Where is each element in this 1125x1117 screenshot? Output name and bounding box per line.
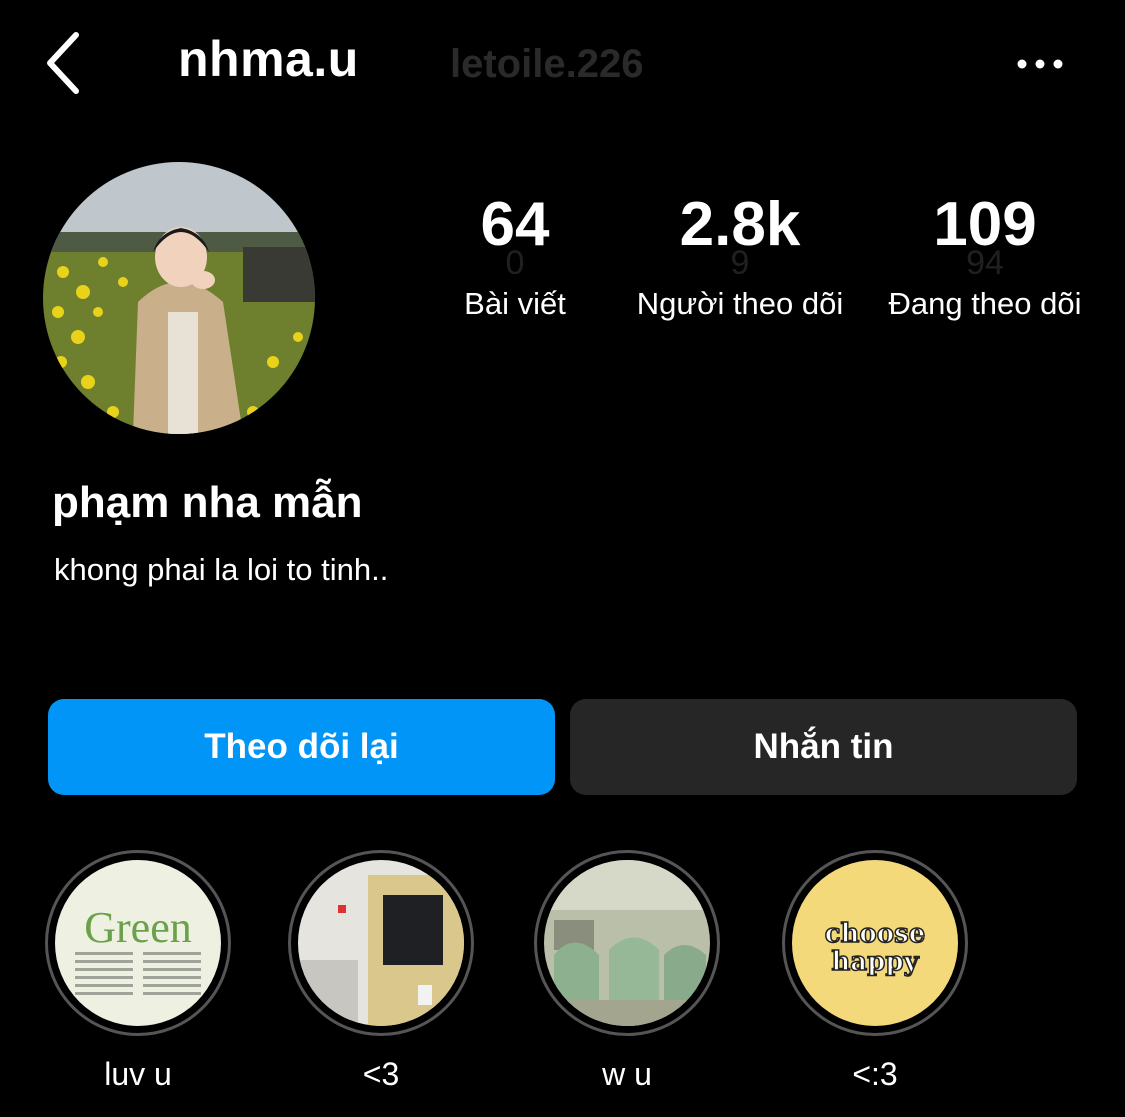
highlight-cover	[298, 860, 464, 1026]
stat-following[interactable]: 109 94 Đang theo dõi	[865, 190, 1105, 324]
highlight-label: w u	[602, 1056, 652, 1092]
back-button[interactable]	[34, 28, 94, 98]
highlight-cover	[544, 860, 710, 1026]
highlight-label: luv u	[104, 1056, 172, 1092]
more-options-button[interactable]	[1010, 44, 1070, 84]
cover-title: Green	[84, 903, 192, 952]
followers-label: Người theo dõi	[636, 286, 844, 321]
highlight-ring: Green	[45, 850, 231, 1036]
cover-line1: choose	[825, 919, 926, 949]
highlight-item[interactable]: <3	[286, 850, 476, 1093]
highlight-cover: choose happy	[792, 860, 958, 1026]
message-button[interactable]: Nhắn tin	[570, 699, 1077, 795]
more-options-icon	[1017, 59, 1063, 69]
following-label: Đang theo dõi	[888, 286, 1082, 321]
highlight-item[interactable]: choose happy <:3	[780, 850, 970, 1093]
highlight-label: <:3	[852, 1056, 898, 1092]
display-name: phạm nha mẫn	[52, 478, 363, 527]
stat-posts[interactable]: 64 0 Bài viết	[420, 190, 610, 324]
profile-bio: khong phai la loi to tinh..	[54, 552, 389, 587]
highlight-cover: Green	[55, 860, 221, 1026]
highlight-ring	[288, 850, 474, 1036]
ghost-username: letoile.226	[450, 42, 644, 86]
highlight-ring: choose happy	[782, 850, 968, 1036]
highlight-ring	[534, 850, 720, 1036]
profile-header: letoile.226 nhma.u	[0, 0, 1125, 130]
highlight-item[interactable]: Green luv u	[43, 850, 233, 1093]
highlight-item[interactable]: w u	[532, 850, 722, 1093]
highlight-label: <3	[362, 1056, 400, 1092]
cover-line2: happy	[831, 947, 919, 977]
profile-username: nhma.u	[178, 31, 359, 87]
stat-followers[interactable]: 2.8k 9 Người theo dõi	[625, 190, 855, 324]
follow-back-button[interactable]: Theo dõi lại	[48, 699, 555, 795]
posts-label: Bài viết	[464, 286, 566, 321]
profile-avatar[interactable]	[43, 162, 315, 434]
back-chevron-icon	[47, 32, 79, 94]
